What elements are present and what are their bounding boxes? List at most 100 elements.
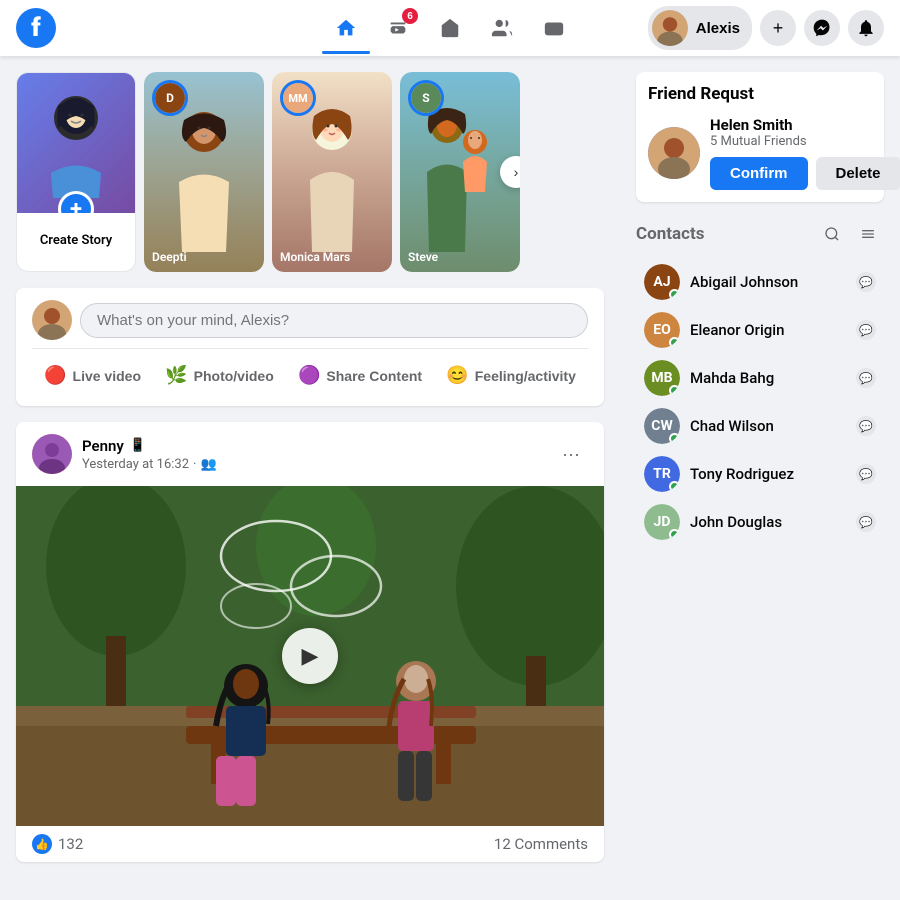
user-profile-button[interactable]: Alexis	[648, 6, 752, 50]
friend-request-item: Helen Smith 5 Mutual Friends Confirm Del…	[648, 116, 872, 190]
nav-groups-button[interactable]	[478, 4, 526, 52]
contact-name-john: John Douglas	[690, 513, 846, 531]
contact-avatar-abigail: AJ	[644, 264, 680, 300]
story-monica[interactable]: MM Monica Mars	[272, 72, 392, 272]
share-content-icon: 🟣	[298, 365, 320, 386]
live-video-label: Live video	[73, 368, 141, 384]
contact-avatar-chad: CW	[644, 408, 680, 444]
story-name-monica: Monica Mars	[280, 250, 384, 264]
contact-name-chad: Chad Wilson	[690, 417, 846, 435]
logo: f	[16, 8, 56, 48]
like-icon: 👍	[32, 834, 52, 854]
feed: + Create Story	[0, 56, 620, 900]
notification-badge: 6	[402, 8, 418, 24]
story-avatar-monica: MM	[280, 80, 316, 116]
story-deepti[interactable]: D Deepti	[144, 72, 264, 272]
contact-message-icon: 💬	[856, 272, 876, 292]
photo-video-button[interactable]: 🌿 Photo/video	[153, 357, 286, 394]
photo-video-icon: 🌿	[165, 365, 187, 386]
likes-count: 132	[58, 835, 83, 853]
post-header: Penny 📱 Yesterday at 16:32 · 👥 ···	[16, 422, 604, 486]
nav-home-button[interactable]	[322, 4, 370, 52]
contact-message-icon-eleanor: 💬	[856, 320, 876, 340]
delete-button[interactable]: Delete	[816, 157, 900, 190]
story-steve[interactable]: S Steve ›	[400, 72, 520, 272]
composer-top	[32, 300, 588, 340]
share-content-button[interactable]: 🟣 Share Content	[286, 357, 434, 394]
audience-icon: 👥	[200, 457, 216, 472]
stories-container: + Create Story	[16, 72, 604, 272]
user-name: Alexis	[696, 20, 740, 37]
create-story-image: +	[17, 73, 135, 213]
contacts-actions	[816, 218, 884, 250]
add-button[interactable]: +	[760, 10, 796, 46]
story-avatar-steve: S	[408, 80, 444, 116]
contact-item-tony[interactable]: TR Tony Rodriguez 💬	[636, 450, 884, 498]
share-content-label: Share Content	[326, 368, 422, 384]
contacts-search-button[interactable]	[816, 218, 848, 250]
story-name-steve: Steve	[408, 250, 512, 264]
contact-online-indicator-chad	[669, 433, 680, 444]
story-avatar-deepti: D	[152, 80, 188, 116]
feeling-icon: 😊	[446, 365, 468, 386]
post-more-button[interactable]: ···	[554, 440, 588, 469]
contact-name-eleanor: Eleanor Origin	[690, 321, 846, 339]
composer-input[interactable]	[80, 303, 588, 338]
nav-gaming-button[interactable]	[530, 4, 578, 52]
contact-item-eleanor[interactable]: EO Eleanor Origin 💬	[636, 306, 884, 354]
post-likes: 👍 132	[32, 834, 83, 854]
post-meta: Yesterday at 16:32 · 👥	[82, 457, 217, 472]
post-footer: 👍 132 12 Comments	[16, 826, 604, 862]
contact-online-indicator-tony	[669, 481, 680, 492]
story-name-deepti: Deepti	[152, 250, 256, 264]
live-video-button[interactable]: 🔴 Live video	[32, 357, 153, 394]
friend-request-section: Friend Requst Helen Smith 5 Mutual Frien…	[636, 72, 884, 202]
friend-request-avatar	[648, 127, 700, 179]
right-sidebar: Friend Requst Helen Smith 5 Mutual Frien…	[620, 56, 900, 900]
post-author-name: Penny 📱	[82, 437, 217, 455]
contact-message-icon-mahda: 💬	[856, 368, 876, 388]
post-image: ▶	[16, 486, 604, 826]
photo-video-label: Photo/video	[194, 368, 274, 384]
post-author-info: Penny 📱 Yesterday at 16:32 · 👥	[32, 434, 217, 474]
nav-right: Alexis +	[648, 6, 884, 50]
contacts-header: Contacts	[636, 218, 884, 250]
post-comments: 12 Comments	[494, 835, 588, 853]
contact-name-mahda: Mahda Bahg	[690, 369, 846, 387]
friend-request-title: Friend Requst	[648, 84, 872, 104]
contact-item-mahda[interactable]: MB Mahda Bahg 💬	[636, 354, 884, 402]
messenger-button[interactable]	[804, 10, 840, 46]
nav-left: f	[16, 8, 56, 48]
nav-marketplace-button[interactable]	[426, 4, 474, 52]
post-author-avatar	[32, 434, 72, 474]
feeling-button[interactable]: 😊 Feeling/activity	[434, 357, 588, 394]
contact-avatar-tony: TR	[644, 456, 680, 492]
friend-request-mutual: 5 Mutual Friends	[710, 134, 900, 149]
navbar: f 6 Alexis +	[0, 0, 900, 56]
contacts-more-button[interactable]	[852, 218, 884, 250]
contact-avatar-mahda: MB	[644, 360, 680, 396]
contacts-title: Contacts	[636, 224, 704, 244]
contact-online-indicator-mahda	[669, 385, 680, 396]
create-story-card[interactable]: + Create Story	[16, 72, 136, 272]
contact-item-abigail[interactable]: AJ Abigail Johnson 💬	[636, 258, 884, 306]
contact-item-chad[interactable]: CW Chad Wilson 💬	[636, 402, 884, 450]
nav-video-button[interactable]: 6	[374, 4, 422, 52]
live-video-icon: 🔴	[44, 365, 66, 386]
feeling-label: Feeling/activity	[475, 368, 576, 384]
post-composer: 🔴 Live video 🌿 Photo/video 🟣 Share Conte…	[16, 288, 604, 406]
contact-avatar-eleanor: EO	[644, 312, 680, 348]
contact-online-indicator-john	[669, 529, 680, 540]
contact-avatar-john: JD	[644, 504, 680, 540]
contact-name-abigail: Abigail Johnson	[690, 273, 846, 291]
contact-online-indicator-eleanor	[669, 337, 680, 348]
main-layout: + Create Story	[0, 56, 900, 900]
contact-message-icon-tony: 💬	[856, 464, 876, 484]
friend-request-name: Helen Smith	[710, 116, 900, 134]
friend-request-actions: Confirm Delete	[710, 157, 900, 190]
contact-item-john[interactable]: JD John Douglas 💬	[636, 498, 884, 546]
post-author-details: Penny 📱 Yesterday at 16:32 · 👥	[82, 437, 217, 472]
confirm-button[interactable]: Confirm	[710, 157, 808, 190]
notifications-button[interactable]	[848, 10, 884, 46]
play-button[interactable]: ▶	[282, 628, 338, 684]
